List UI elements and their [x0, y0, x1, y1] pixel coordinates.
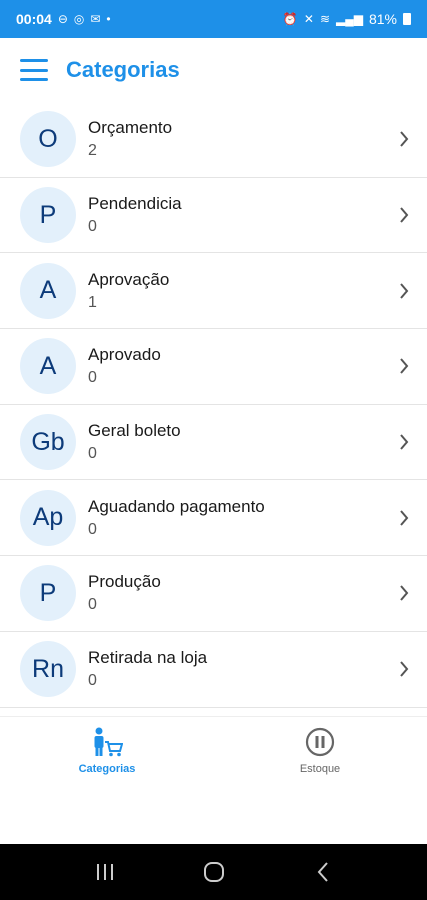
list-item-text: Aprovação 1 — [88, 270, 395, 312]
app-bar: Categorias — [0, 38, 427, 102]
recent-apps-icon — [96, 864, 113, 880]
mute-icon: ✕ — [303, 12, 314, 26]
tab-estoque[interactable]: Estoque — [270, 727, 370, 775]
signal-icon: ▂▄▆ — [336, 12, 363, 26]
avatar: A — [20, 262, 76, 319]
list-item-text: Aprovado 0 — [88, 345, 395, 387]
avatar: Rn — [20, 641, 76, 698]
status-left: 00:04 ⊖ ◎ ✉ • — [16, 11, 111, 27]
home-icon — [203, 862, 224, 882]
list-item-text: Produção 0 — [88, 572, 395, 614]
category-list: O Orçamento 2 P Pendendicia 0 A Aprovaçã… — [0, 102, 427, 708]
avatar: Gb — [20, 414, 76, 471]
list-item-text: Retirada na loja 0 — [88, 648, 395, 690]
person-cart-icon — [94, 727, 123, 757]
chevron-right-icon — [395, 357, 413, 375]
category-count: 0 — [88, 596, 97, 614]
category-count: 0 — [88, 445, 97, 463]
back-button[interactable] — [303, 852, 343, 892]
bottom-tab-bar: Categorias Estoque — [0, 716, 427, 844]
chevron-right-icon — [395, 130, 413, 148]
list-item-text: Orçamento 2 — [88, 118, 395, 160]
list-item[interactable]: Rn Retirada na loja 0 — [0, 632, 427, 708]
chevron-right-icon — [395, 584, 413, 602]
avatar: P — [20, 565, 76, 622]
category-name: Aprovado — [88, 345, 161, 365]
menu-icon[interactable] — [20, 59, 48, 81]
tab-categorias[interactable]: Categorias — [57, 727, 157, 775]
alarm-icon: ⏰ — [282, 12, 298, 26]
tab-label: Estoque — [299, 763, 341, 775]
category-name: Produção — [88, 572, 161, 592]
category-name: Aprovação — [88, 269, 170, 289]
pause-circle-icon — [305, 727, 335, 757]
category-name: Orçamento — [88, 118, 173, 138]
chevron-right-icon — [395, 282, 413, 300]
list-item[interactable]: A Aprovado 0 — [0, 329, 427, 405]
back-icon — [317, 862, 328, 882]
list-item-text: Aguadando pagamento 0 — [88, 497, 395, 539]
chevron-right-icon — [395, 660, 413, 678]
list-item-text: Pendendicia 0 — [88, 194, 395, 236]
recent-apps-button[interactable] — [85, 852, 125, 892]
do-not-disturb-icon: ⊖ — [57, 12, 68, 26]
status-time: 00:04 — [16, 11, 52, 27]
category-name: Geral boleto — [88, 421, 181, 441]
avatar: Ap — [20, 489, 76, 546]
avatar: A — [20, 338, 76, 395]
wifi-icon: ≋ — [319, 12, 330, 26]
instagram-icon: ◎ — [73, 12, 85, 26]
battery-percent: 81% — [368, 11, 397, 27]
category-name: Pendendicia — [88, 194, 182, 214]
list-item[interactable]: Ap Aguadando pagamento 0 — [0, 480, 427, 557]
category-count: 0 — [88, 369, 97, 387]
category-name: Retirada na loja — [88, 648, 208, 668]
list-item[interactable]: P Pendendicia 0 — [0, 178, 427, 254]
category-count: 0 — [88, 520, 97, 538]
list-item[interactable]: O Orçamento 2 — [0, 102, 427, 178]
page-title: Categorias — [66, 57, 180, 82]
category-name: Aguadando pagamento — [88, 496, 265, 516]
home-button[interactable] — [194, 852, 234, 892]
list-item-text: Geral boleto 0 — [88, 421, 395, 463]
list-item[interactable]: A Aprovação 1 — [0, 253, 427, 330]
system-nav-bar — [0, 844, 427, 900]
chevron-right-icon — [395, 509, 413, 527]
avatar: O — [20, 111, 76, 168]
avatar: P — [20, 187, 76, 244]
battery-icon — [403, 13, 411, 25]
category-count: 0 — [88, 672, 97, 690]
dot-icon: • — [106, 12, 111, 26]
chevron-right-icon — [395, 206, 413, 224]
status-bar: 00:04 ⊖ ◎ ✉ • ⏰ ✕ ≋ ▂▄▆ 81% — [0, 0, 427, 38]
status-right: ⏰ ✕ ≋ ▂▄▆ 81% — [283, 11, 411, 27]
category-count: 2 — [88, 142, 97, 160]
category-count: 0 — [88, 218, 97, 236]
mail-icon: ✉ — [90, 12, 101, 26]
chevron-right-icon — [395, 433, 413, 451]
tab-label: Categorias — [78, 763, 136, 775]
list-item[interactable]: P Produção 0 — [0, 556, 427, 632]
category-count: 1 — [88, 293, 97, 311]
list-item[interactable]: Gb Geral boleto 0 — [0, 405, 427, 481]
